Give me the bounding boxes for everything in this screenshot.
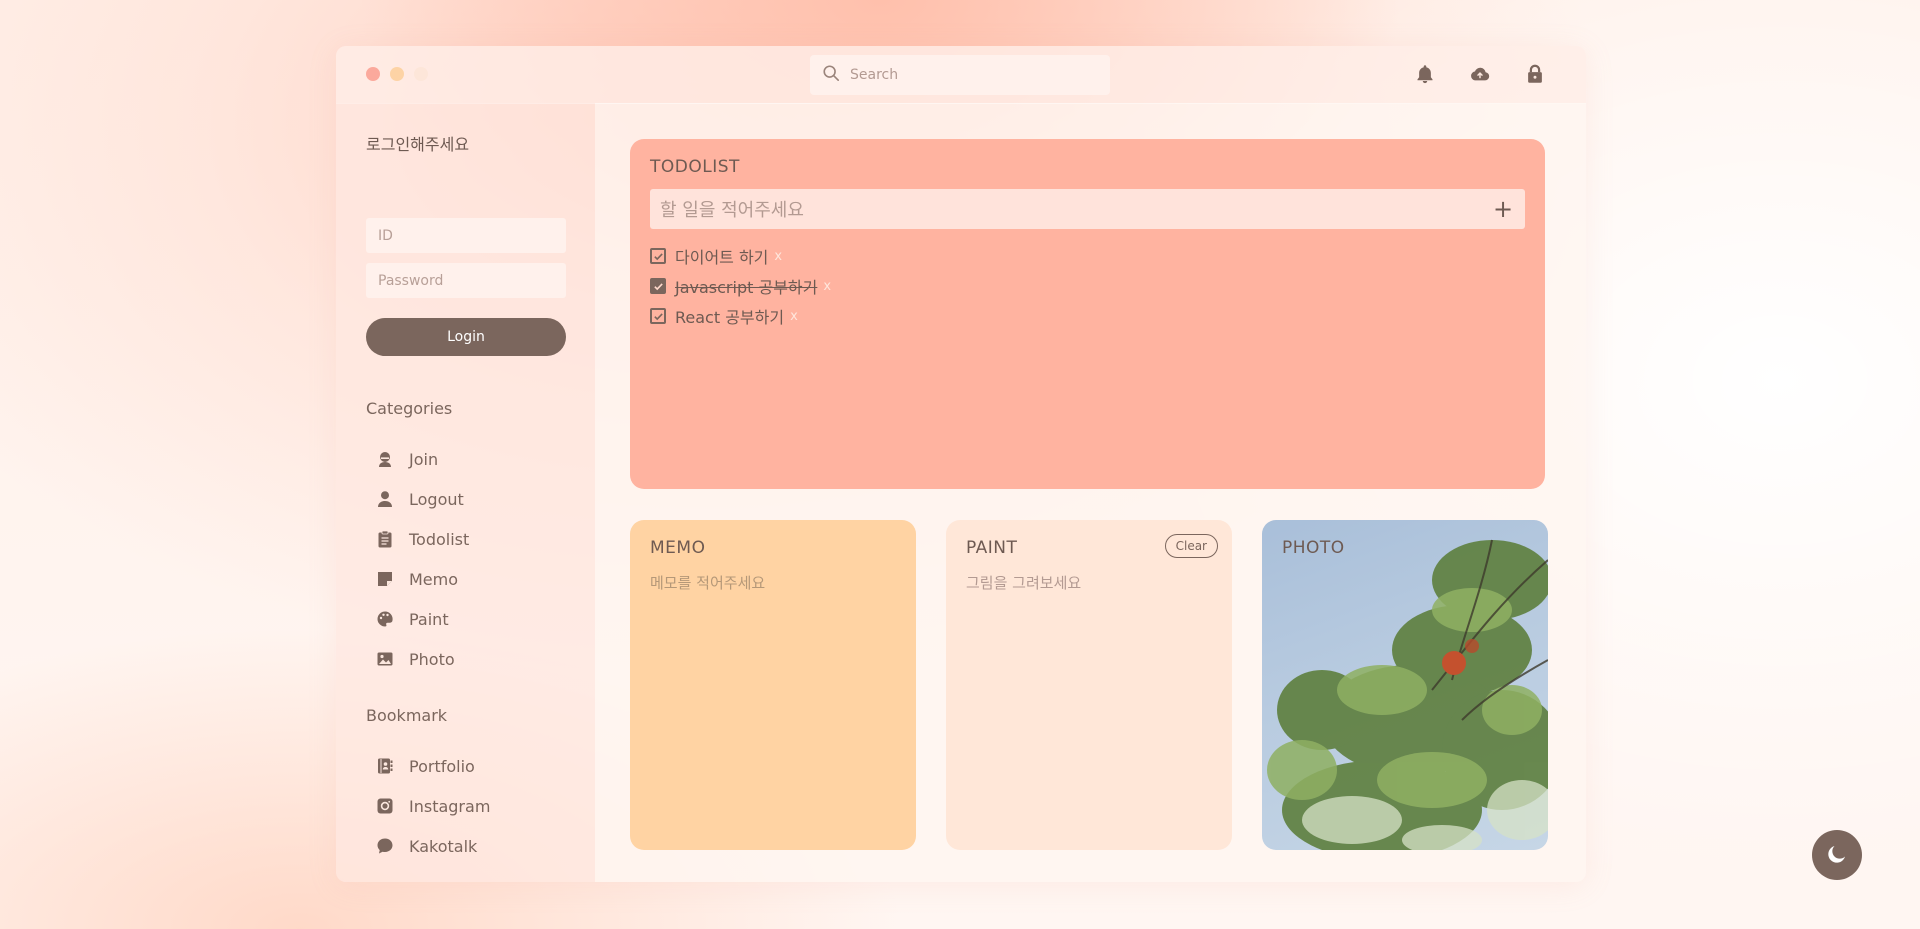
todo-input-wrap: + (650, 189, 1525, 231)
memo-card: MEMO (630, 520, 916, 850)
categories-menu: Join Logout Todolist Memo Paint Photo (376, 439, 469, 679)
clear-button[interactable]: Clear (1164, 534, 1218, 558)
paint-canvas[interactable]: 그림을 그려보세요 (966, 572, 1216, 822)
category-logout[interactable]: Logout (376, 479, 469, 519)
cloud-icon[interactable] (1469, 63, 1491, 85)
memo-textarea[interactable] (650, 572, 900, 822)
id-field[interactable] (366, 218, 566, 253)
sticky-note-icon (376, 570, 394, 588)
bookmark-instagram[interactable]: Instagram (376, 786, 490, 826)
moon-icon (1825, 842, 1849, 869)
paint-card: PAINT Clear 그림을 그려보세요 (946, 520, 1232, 850)
categories-title: Categories (366, 399, 453, 418)
category-label: Memo (409, 569, 459, 589)
user-icon (376, 490, 394, 508)
bookmark-label: Portfolio (409, 756, 475, 776)
clipboard-icon (376, 530, 394, 548)
category-label: Logout (409, 489, 464, 509)
chat-bubble-icon (376, 837, 394, 855)
delete-todo-button[interactable]: x (790, 309, 798, 324)
minimize-dot[interactable] (390, 67, 404, 81)
todo-title: TODOLIST (650, 157, 740, 177)
search-icon (822, 64, 840, 86)
todo-text: 다이어트 하기 (675, 248, 769, 267)
title-bar (336, 46, 1586, 104)
close-dot[interactable] (366, 67, 380, 81)
todo-item: Javascript 공부하기 x (650, 271, 831, 301)
bookmark-label: Kakotalk (409, 836, 478, 856)
window-controls (366, 67, 428, 81)
todo-checkbox[interactable] (650, 308, 666, 324)
user-secret-icon (376, 450, 394, 468)
bell-icon[interactable] (1414, 63, 1436, 85)
memo-title: MEMO (650, 538, 706, 558)
maximize-dot[interactable] (414, 67, 428, 81)
search-box (810, 55, 1110, 95)
category-memo[interactable]: Memo (376, 559, 469, 599)
todo-list: 다이어트 하기 x Javascript 공부하기 x React 공부하기 x (650, 241, 831, 331)
tree-photo (1267, 539, 1548, 850)
category-label: Paint (409, 609, 449, 629)
delete-todo-button[interactable]: x (823, 279, 831, 294)
delete-todo-button[interactable]: x (774, 249, 782, 264)
bookmark-title: Bookmark (366, 706, 448, 725)
main-content: TODOLIST + 다이어트 하기 x Javascript 공부하 (595, 103, 1586, 882)
todo-checkbox[interactable] (650, 248, 666, 264)
category-paint[interactable]: Paint (376, 599, 469, 639)
search-input[interactable] (848, 66, 1092, 84)
app-window: 로그인해주세요 Login Categories Join Logout (336, 46, 1586, 882)
category-label: Join (409, 449, 439, 469)
todo-checkbox[interactable] (650, 278, 666, 294)
add-todo-button[interactable]: + (1489, 195, 1517, 223)
photo-card[interactable]: PHOTO (1262, 520, 1548, 850)
password-field[interactable] (366, 263, 566, 298)
category-label: Todolist (409, 529, 470, 549)
address-book-icon (376, 757, 394, 775)
todo-card: TODOLIST + 다이어트 하기 x Javascript 공부하 (630, 139, 1545, 489)
todo-item: React 공부하기 x (650, 301, 831, 331)
palette-icon (376, 610, 394, 628)
category-label: Photo (409, 649, 455, 669)
header-icons (1414, 63, 1546, 85)
bookmark-kakotalk[interactable]: Kakotalk (376, 826, 490, 866)
todo-text: React 공부하기 (675, 308, 785, 327)
todo-input[interactable] (650, 189, 1482, 231)
theme-toggle-button[interactable] (1812, 830, 1862, 880)
category-photo[interactable]: Photo (376, 639, 469, 679)
login-button[interactable]: Login (366, 318, 566, 356)
image-icon (376, 650, 394, 668)
instagram-icon (376, 797, 394, 815)
sidebar: 로그인해주세요 Login Categories Join Logout (336, 103, 595, 882)
todo-text: Javascript 공부하기 (675, 278, 818, 297)
lock-icon[interactable] (1524, 63, 1546, 85)
category-join[interactable]: Join (376, 439, 469, 479)
paint-title: PAINT (966, 538, 1018, 558)
login-title: 로그인해주세요 (366, 135, 470, 154)
bookmark-label: Instagram (409, 796, 491, 816)
photo-title: PHOTO (1282, 538, 1345, 558)
category-todolist[interactable]: Todolist (376, 519, 469, 559)
bookmark-menu: Portfolio Instagram Kakotalk (376, 746, 490, 866)
bookmark-portfolio[interactable]: Portfolio (376, 746, 490, 786)
todo-item: 다이어트 하기 x (650, 241, 831, 271)
